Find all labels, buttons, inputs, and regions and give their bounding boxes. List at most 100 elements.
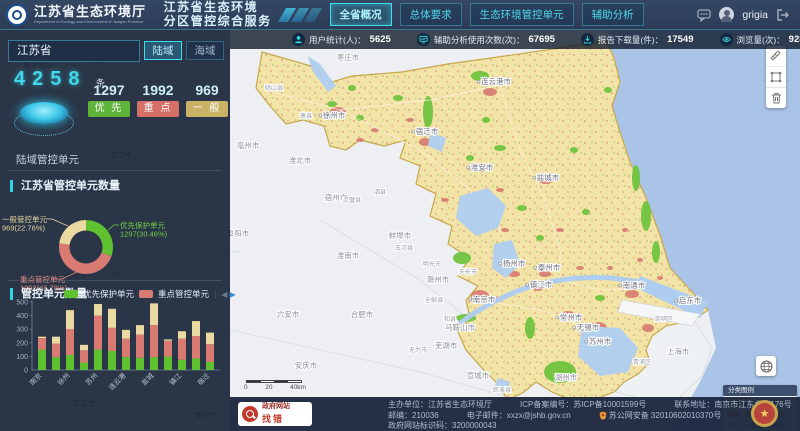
footer-zipcode: 邮编：210036	[388, 411, 439, 422]
site-title: 江苏省生态环境 分区管控综合服务	[164, 1, 272, 27]
svg-text:镇江: 镇江	[167, 371, 183, 387]
message-icon[interactable]	[697, 8, 711, 22]
footer-icp: ICP备案编号：苏ICP备10001599号	[520, 400, 646, 411]
tab-control-units[interactable]: 生态环境管控单元	[470, 3, 574, 26]
footer-organizer: 主办单位：江苏省生态环境厅	[388, 400, 492, 411]
map-toolbar	[766, 46, 786, 108]
svg-text:500: 500	[16, 300, 28, 307]
svg-text:一般管控单元: 一般管控单元	[2, 214, 47, 224]
region-select[interactable]: 江苏省	[8, 40, 140, 62]
footer-email: 电子邮件：xxzx@jshb.gov.cn	[467, 411, 571, 422]
svg-text:淮安市: 淮安市	[471, 162, 494, 172]
svg-text:重点管控单元: 重点管控单元	[20, 274, 65, 284]
gov-site-error-report-badge[interactable]: 政府网站 找错	[238, 402, 312, 426]
svg-text:明光市: 明光市	[423, 260, 442, 268]
svg-text:0: 0	[24, 368, 28, 375]
svg-text:阜阳市: 阜阳市	[227, 228, 250, 238]
chip-general: 969 一 般	[186, 82, 228, 117]
svg-text:泗县: 泗县	[374, 188, 386, 196]
chip-key: 1992 重 点	[137, 82, 179, 117]
svg-text:宿迁市: 宿迁市	[416, 126, 439, 136]
svg-text:苏州市: 苏州市	[589, 336, 612, 346]
agency-logo-icon	[6, 4, 28, 26]
svg-text:滁州市: 滁州市	[427, 274, 450, 284]
summary-chips: 1297 优 先 1992 重 点 969 一 般	[88, 82, 228, 117]
svg-text:亳州市: 亳州市	[237, 140, 260, 150]
domain-tabs: 陆域 海域	[144, 41, 224, 60]
legend-swatch-red	[139, 290, 153, 298]
svg-text:1297(30.46%): 1297(30.46%)	[120, 230, 168, 239]
svg-text:无锡市: 无锡市	[577, 322, 600, 332]
measure-distance-icon[interactable]	[766, 46, 786, 67]
decorative-stripes	[282, 8, 318, 22]
svg-text:合肥市: 合肥市	[351, 309, 374, 319]
dashboard: 徐州市宿迁市连云港市淮安市盐城市扬州市泰州市南通市南京市镇江市常州市无锡市苏州市…	[0, 0, 800, 431]
top-header: 江苏省生态环境厅 Department of Ecology and Envir…	[0, 0, 800, 30]
tab-auxiliary-analysis[interactable]: 辅助分析	[582, 3, 644, 26]
logout-icon[interactable]	[776, 8, 790, 22]
measure-area-icon[interactable]	[766, 67, 786, 88]
agency-name-block: 江苏省生态环境厅 Department of Ecology and Envir…	[34, 5, 156, 25]
svg-text:优先保护单元: 优先保护单元	[120, 220, 165, 230]
svg-text:300: 300	[16, 327, 28, 334]
svg-text:崇明区: 崇明区	[655, 316, 674, 323]
delete-icon[interactable]	[766, 88, 786, 108]
svg-text:镇江市: 镇江市	[530, 279, 553, 289]
chip-priority: 1297 优 先	[88, 82, 130, 117]
svg-text:马鞍山市: 马鞍山市	[445, 322, 475, 332]
footer-info: 主办单位：江苏省生态环境厅 ICP备案编号：苏ICP备10001599号 联系地…	[388, 400, 800, 431]
tab-overall-requirements[interactable]: 总体要求	[400, 3, 462, 26]
scale-label: 20	[265, 384, 272, 391]
svg-text:芜湖市: 芜湖市	[435, 340, 458, 350]
svg-text:湖州市: 湖州市	[555, 372, 578, 382]
footer: 政府网站 找错 主办单位：江苏省生态环境厅 ICP备案编号：苏ICP备10001…	[230, 397, 800, 431]
agency-name: 江苏省生态环境厅	[34, 5, 156, 18]
svg-text:宿迁: 宿迁	[195, 371, 211, 387]
stat-analysis-uses: 辅助分析使用次数(次)： 67695	[417, 33, 555, 46]
left-panel: 江苏省 陆域 海域 4258 条 1297 优 先 1992 重 点 969 一…	[0, 30, 230, 431]
svg-text:南京: 南京	[27, 371, 43, 387]
download-icon	[581, 33, 594, 46]
basemap-globe-icon[interactable]	[756, 356, 776, 376]
stats-bar: 用户统计(人)： 5625 辅助分析使用次数(次)： 67695 报告下载量(件…	[230, 30, 800, 49]
svg-text:泰州市: 泰州市	[538, 262, 561, 272]
footer-site-id: 政府网站标识码：3200000043	[388, 421, 497, 431]
svg-text:100: 100	[16, 354, 28, 361]
svg-text:安庆市: 安庆市	[295, 360, 318, 370]
username: grigia	[742, 9, 768, 21]
divider	[8, 280, 222, 281]
svg-text:扬州市: 扬州市	[503, 258, 526, 268]
stat-users: 用户统计(人)： 5625	[292, 33, 391, 46]
svg-text:枣庄市: 枣庄市	[337, 52, 360, 62]
svg-text:蚌埠市: 蚌埠市	[389, 230, 412, 240]
svg-text:连云港: 连云港	[107, 371, 128, 392]
svg-text:苏州: 苏州	[83, 371, 99, 387]
tab-land[interactable]: 陆域	[144, 41, 182, 60]
eye-icon	[720, 33, 733, 46]
svg-text:上海市: 上海市	[667, 346, 690, 356]
stat-report-downloads: 报告下载量(件)： 17549	[581, 33, 694, 46]
svg-text:五河县: 五河县	[395, 244, 414, 252]
donut-section-title: 江苏省管控单元数量	[10, 180, 120, 192]
svg-text:淮北市: 淮北市	[289, 155, 312, 165]
svg-text:无为市: 无为市	[409, 346, 428, 354]
svg-text:徐州市: 徐州市	[323, 110, 346, 120]
svg-text:200: 200	[16, 340, 28, 347]
gov-site-emblem-icon	[751, 400, 778, 427]
tab-sea[interactable]: 海域	[186, 41, 224, 60]
donut-chart: 优先保护单元1297(30.46%)一般管控单元969(22.76%)重点管控单…	[0, 198, 230, 298]
stacked-bar-chart: 0100200300400500南京徐州苏州连云港盐城镇江宿迁	[0, 298, 230, 431]
main-nav: 全省概况 总体要求 生态环境管控单元 辅助分析	[330, 3, 644, 26]
divider	[8, 170, 222, 171]
police-badge-icon	[599, 411, 607, 420]
svg-text:盐城: 盐城	[139, 371, 155, 387]
svg-text:全椒县: 全椒县	[425, 296, 444, 304]
svg-text:启东市: 启东市	[679, 295, 702, 305]
svg-text:和县: 和县	[444, 315, 456, 323]
user-avatar[interactable]	[719, 7, 734, 22]
map-legend-title: 分类图例	[723, 385, 797, 396]
tab-province-overview[interactable]: 全省概况	[330, 3, 392, 26]
svg-text:淮南市: 淮南市	[337, 250, 360, 260]
radar-graphic	[14, 92, 74, 138]
svg-text:徐州: 徐州	[55, 371, 71, 387]
